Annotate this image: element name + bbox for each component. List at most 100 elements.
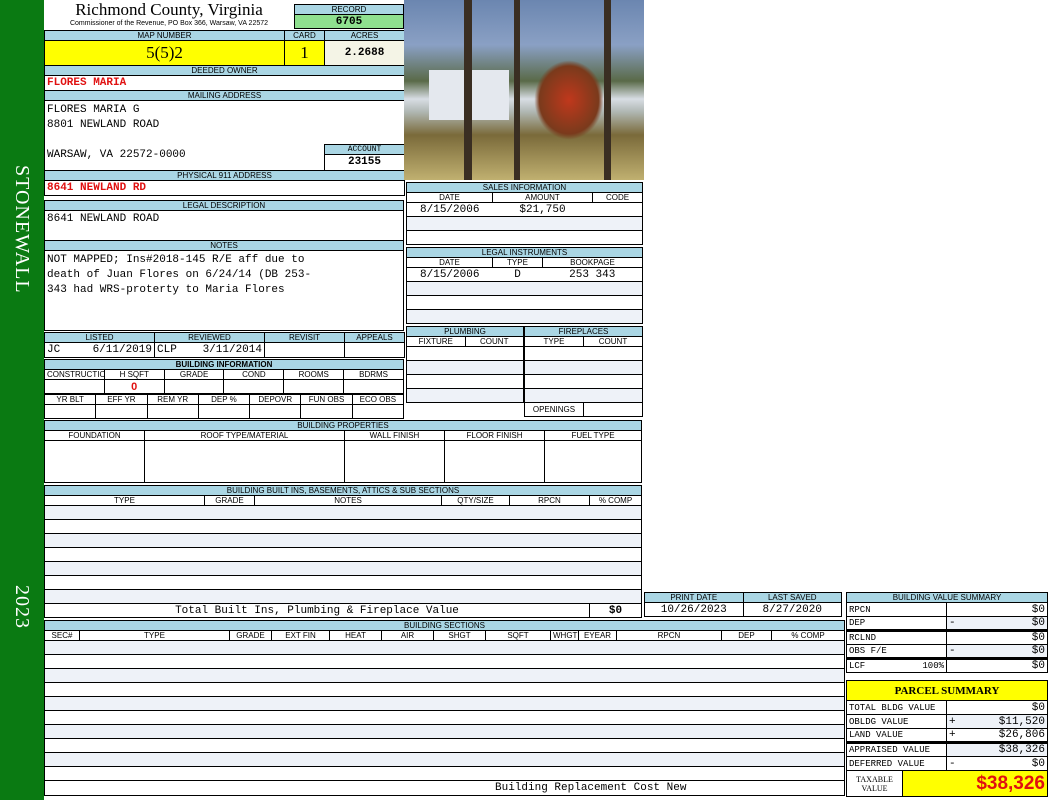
row-value-cell: $0: [946, 700, 1048, 715]
row-value-cell: $38,326: [946, 742, 1048, 757]
parcel-row: LAND VALUE + $26,806: [846, 728, 1048, 744]
col-header: TYPE: [44, 495, 205, 506]
reviewed-label: REVIEWED: [154, 332, 265, 343]
empty-cell: [44, 668, 845, 683]
map-number-label: MAP NUMBER: [44, 30, 285, 41]
record-box: RECORD 6705: [294, 4, 404, 29]
table-row: [44, 724, 845, 739]
row-label: OBLDG VALUE: [846, 714, 947, 729]
parcel-summary-title: PARCEL SUMMARY: [846, 680, 1048, 701]
parcel-summary: PARCEL SUMMARY TOTAL BLDG VALUE $0 OBLDG V…: [846, 680, 1048, 797]
account-number: 23155: [324, 154, 404, 170]
lcf-percent: 100%: [922, 661, 944, 671]
instrument-bookpage: 253 343: [542, 267, 643, 282]
col-header: REM YR: [146, 394, 199, 405]
col-header: GRADE: [204, 495, 255, 506]
parcel-row: DEFERRED VALUE - $0: [846, 756, 1048, 771]
col-header: GRADE: [229, 630, 272, 641]
col-header: GRADE: [163, 369, 225, 380]
instrument-type: D: [492, 267, 543, 282]
notes-text: NOT MAPPED; Ins#2018-145 R/E aff due to d…: [44, 250, 404, 331]
col-header: ROOMS: [283, 369, 345, 380]
tax-year: 2023: [11, 585, 33, 629]
col-header: SQFT: [485, 630, 551, 641]
tree-trunk: [514, 0, 520, 180]
col-header: HEAT: [329, 630, 382, 641]
building-sections: BUILDING SECTIONS SEC# TYPE GRADE EXT FIN HE…: [44, 620, 845, 796]
col-header: TYPE: [79, 630, 230, 641]
operator: +: [949, 715, 956, 728]
row-value: $11,520: [998, 715, 1045, 728]
col-header: YR BLT: [43, 394, 97, 405]
table-row: [44, 696, 845, 711]
row-label: OBS F/E: [846, 644, 947, 660]
table-row: [44, 752, 845, 767]
notes-line: 343 had WRS-proterty to Maria Flores: [47, 284, 285, 296]
col-header: BDRMS: [343, 369, 404, 380]
col-header: DATE: [406, 257, 493, 268]
card-label: CARD: [284, 30, 325, 41]
taxable-label-1: TAXABLE: [856, 774, 893, 784]
col-header: FLOOR FINISH: [444, 430, 545, 441]
table-row: 8/15/2006 D 253 343: [406, 267, 643, 282]
dates-box: PRINT DATE LAST SAVED 10/26/2023 8/27/2020: [644, 592, 842, 617]
row-value-cell: - $0: [946, 644, 1048, 660]
col-header: FUN OBS: [300, 394, 353, 405]
row-value-cell: $0: [946, 602, 1048, 617]
builtins-label: BUILDING BUILT INS, BASEMENTS, ATTICS & …: [44, 485, 642, 496]
col-header: RPCN: [616, 630, 722, 641]
plumbing-label: PLUMBING: [406, 326, 524, 337]
sale-code: [592, 202, 643, 217]
col-header: AMOUNT: [492, 192, 593, 203]
print-date: 10/26/2023: [644, 602, 744, 617]
col-header: EYEAR: [578, 630, 617, 641]
district-name: STONEWALL: [11, 165, 33, 294]
deeded-owner-label: DEEDED OWNER: [44, 65, 405, 76]
legal-notes-block: LEGAL DESCRIPTION 8641 NEWLAND ROAD NOTE…: [44, 200, 404, 331]
value-summary-label: BUILDING VALUE SUMMARY: [846, 592, 1048, 603]
parcel-row: OBLDG VALUE + $11,520: [846, 714, 1048, 729]
revisit-value: [264, 342, 345, 358]
empty-cell: [44, 682, 845, 697]
col-header: BOOKPAGE: [542, 257, 643, 268]
col-header: SEC#: [44, 630, 80, 641]
fireplaces-label: FIREPLACES: [524, 326, 643, 337]
mailing-line-1: FLORES MARIA G: [47, 104, 140, 116]
table-row: [44, 668, 845, 683]
empty-cell: [44, 710, 845, 725]
row-value-cell: + $26,806: [946, 728, 1048, 744]
row-value-cell: + $11,520: [946, 714, 1048, 729]
col-header: AIR: [381, 630, 434, 641]
openings-value: [583, 402, 643, 417]
map-number: 5(5)2: [44, 40, 285, 66]
openings-label: OPENINGS: [524, 402, 584, 417]
operator: -: [949, 757, 956, 770]
table-row: 8/15/2006 $21,750: [406, 202, 643, 217]
builtins-total: $0: [589, 603, 642, 618]
taxable-value: $38,326: [902, 770, 1048, 797]
reviewed-cell: CLP 3/11/2014: [154, 342, 265, 358]
empty-cell: [44, 696, 845, 711]
row-label: LCF 100%: [846, 658, 947, 673]
operator: +: [949, 729, 956, 741]
parcel-row: APPRAISED VALUE $38,326: [846, 742, 1048, 757]
col-header: COUNT: [464, 336, 524, 347]
record-label: RECORD: [294, 4, 404, 15]
building-properties: BUILDING PROPERTIES FOUNDATION ROOF TYPE/…: [44, 420, 642, 483]
row-value: $26,806: [998, 729, 1045, 741]
building-information: BUILDING INFORMATION CONSTRUCTION STYLEH…: [43, 359, 405, 419]
appeals-value: [344, 342, 405, 358]
revisit-label: REVISIT: [264, 332, 345, 343]
notes-line: NOT MAPPED; Ins#2018-145 R/E aff due to: [47, 254, 305, 266]
review-block: LISTED REVIEWED REVISIT APPEALS JC 6/11/2019…: [44, 332, 405, 358]
physical-address: 8641 NEWLAND RD: [44, 180, 405, 196]
row-label: APPRAISED VALUE: [846, 742, 947, 757]
mailing-line-2: 8801 NEWLAND ROAD: [47, 119, 160, 131]
col-header: ECO OBS: [351, 394, 405, 405]
reviewed-date: 3/11/2014: [202, 344, 262, 356]
table-row: [44, 640, 845, 655]
col-header: QTY/SIZE: [441, 495, 510, 506]
notes-line: death of Juan Flores on 6/24/14 (DB 253-: [47, 269, 312, 281]
instruments-label: LEGAL INSTRUMENTS: [406, 247, 643, 258]
fireplaces: FIREPLACES TYPE COUNT OPENINGS: [524, 326, 643, 417]
